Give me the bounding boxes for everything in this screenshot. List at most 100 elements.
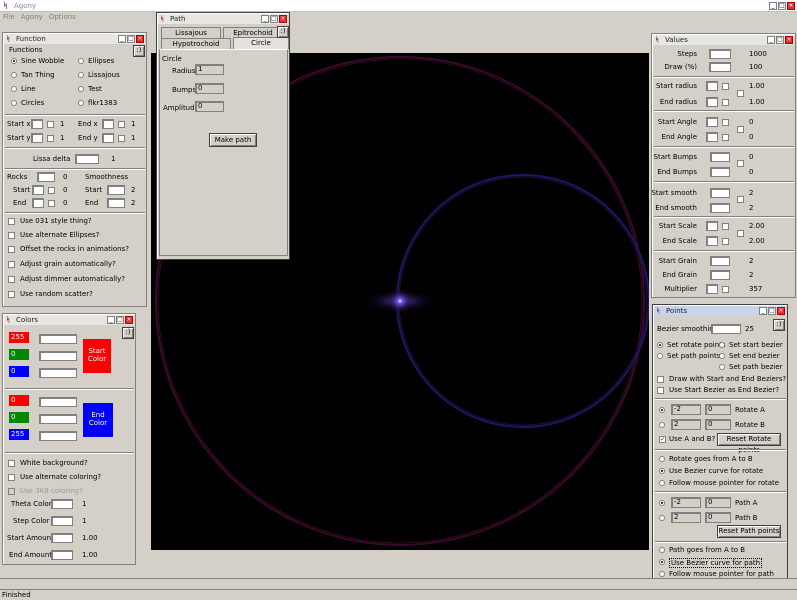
radio-path-b[interactable] [659,515,665,521]
start-smooth-slider[interactable] [710,188,730,198]
checkbox-white-bg[interactable] [8,460,15,467]
radio-rotate-mouse[interactable] [659,480,665,486]
checkbox-adjust-dimmer[interactable] [8,276,15,283]
amplitude-input[interactable]: 0 [195,101,224,112]
start-y-check[interactable] [47,135,54,142]
radio-set-path-bezier[interactable] [719,364,725,370]
rocks-end-slider[interactable] [32,198,44,208]
radio-path-a-to-b[interactable] [659,547,665,553]
smiley-button[interactable]: :) [773,319,785,331]
start-angle-slider[interactable] [706,117,718,127]
start-radius-check[interactable] [722,83,729,90]
start-x-check[interactable] [47,121,54,128]
multiplier-slider[interactable] [706,284,718,294]
radio-rotate-a-to-b[interactable] [659,456,665,462]
start-color-swatch[interactable]: Start Color [83,339,111,373]
checkbox-draw-start-end[interactable] [657,376,664,383]
reset-path-button[interactable]: Reset Path points [717,525,781,538]
tab-circle[interactable]: Circle [233,37,289,49]
link-scale-check[interactable] [737,230,744,237]
radio-test[interactable] [78,86,84,92]
end-radius-check[interactable] [722,99,729,106]
radio-path-mouse[interactable] [659,571,665,577]
multiplier-check[interactable] [722,286,729,293]
start-grain-slider[interactable] [710,256,730,266]
end-angle-slider[interactable] [706,132,718,142]
radio-set-end-bezier[interactable] [719,353,725,359]
close-icon[interactable]: × [279,15,287,23]
end-angle-check[interactable] [722,134,729,141]
rocks-start-check[interactable] [48,187,55,194]
checkbox-031-style[interactable] [8,218,15,225]
radio-set-start-bezier[interactable] [719,342,725,348]
minimize-icon[interactable]: _ [769,2,777,10]
radio-path-a[interactable] [659,500,665,506]
end-green-slider[interactable] [39,414,77,424]
smiley-button[interactable]: :) [277,26,289,38]
path-b-y-input[interactable]: 0 [705,512,731,523]
minimize-icon[interactable]: _ [118,35,126,43]
radio-rotate-bezier[interactable] [659,468,665,474]
minimize-icon[interactable]: _ [767,36,775,44]
steps-slider[interactable] [709,49,731,59]
tab-hypotrochoid[interactable]: Hypotrochoid [161,38,231,49]
rocks-slider[interactable] [37,172,55,182]
end-x-slider[interactable] [102,119,114,129]
smiley-button[interactable]: :) [133,45,145,57]
start-red-slider[interactable] [39,334,77,344]
start-scale-check[interactable] [722,223,729,230]
close-icon[interactable]: × [777,307,785,315]
minimize-icon[interactable]: _ [759,307,767,315]
rotate-a-x-input[interactable]: -2 [671,404,701,415]
make-path-button[interactable]: Make path [209,133,257,147]
start-radius-slider[interactable] [706,81,718,91]
close-icon[interactable]: × [136,35,144,43]
start-y-slider[interactable] [31,133,43,143]
menu-file[interactable]: File [0,12,18,22]
maximize-icon[interactable]: □ [116,316,124,324]
radio-sine-wobble[interactable] [11,58,17,64]
smooth-start-slider[interactable] [107,185,125,195]
minimize-icon[interactable]: _ [261,15,269,23]
radio-flkr1383[interactable] [78,100,84,106]
end-blue-slider[interactable] [39,431,77,441]
horizontal-scrollbar[interactable] [0,578,797,589]
radio-circles[interactable] [11,100,17,106]
end-bumps-slider[interactable] [710,167,730,177]
maximize-icon[interactable]: □ [270,15,278,23]
link-smooth-check[interactable] [737,196,744,203]
maximize-icon[interactable]: □ [776,36,784,44]
link-radius-check[interactable] [737,90,744,97]
link-bumps-check[interactable] [737,160,744,167]
start-blue-slider[interactable] [39,368,77,378]
radio-set-rotate[interactable] [657,342,663,348]
end-amount-slider[interactable] [51,550,73,560]
maximize-icon[interactable]: □ [768,307,776,315]
rotate-b-x-input[interactable]: 2 [671,419,701,430]
end-scale-check[interactable] [722,238,729,245]
end-color-swatch[interactable]: End Color [83,403,113,437]
checkbox-alt-coloring[interactable] [8,474,15,481]
maximize-icon[interactable]: □ [127,35,135,43]
end-y-check[interactable] [118,135,125,142]
rotate-b-y-input[interactable]: 0 [705,419,731,430]
radio-line[interactable] [11,86,17,92]
minimize-icon[interactable]: _ [107,316,115,324]
start-amount-slider[interactable] [51,533,73,543]
radio-lissajous[interactable] [78,72,84,78]
link-angle-check[interactable] [737,126,744,133]
bumps-input[interactable]: 0 [195,83,224,94]
tab-lissajous[interactable]: Lissajous [161,27,221,38]
end-grain-slider[interactable] [710,270,730,280]
rotate-a-y-input[interactable]: 0 [705,404,731,415]
start-scale-slider[interactable] [706,221,718,231]
end-red-slider[interactable] [39,397,77,407]
smooth-end-slider[interactable] [107,198,125,208]
radio-path-bezier[interactable] [659,559,665,565]
theta-color-slider[interactable] [51,499,73,509]
end-scale-slider[interactable] [706,236,718,246]
radio-rotate-a[interactable] [659,407,665,413]
lissa-delta-slider[interactable] [75,154,99,164]
end-radius-slider[interactable] [706,97,718,107]
radio-set-path[interactable] [657,353,663,359]
